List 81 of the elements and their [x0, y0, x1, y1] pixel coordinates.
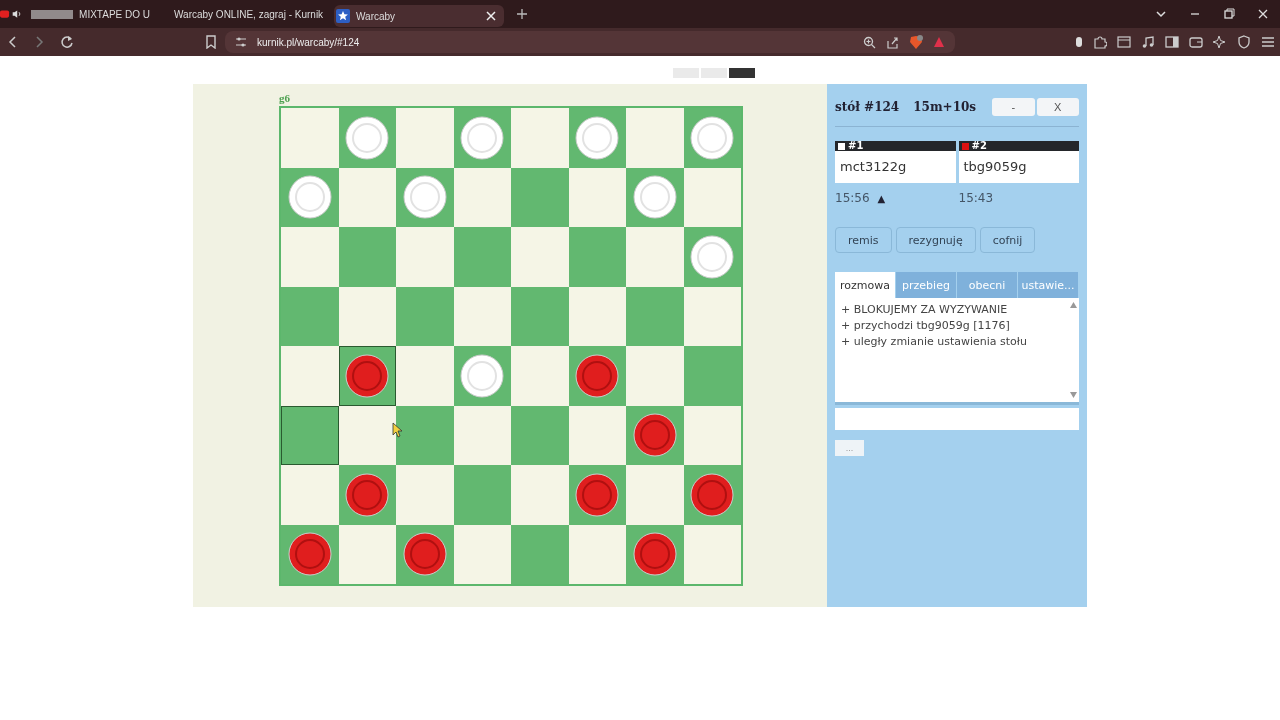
board-square[interactable] — [338, 346, 396, 406]
seat-number: #2 — [971, 141, 987, 151]
checker-piece[interactable] — [690, 472, 735, 517]
panel-button[interactable]: X — [1036, 98, 1079, 116]
board-square[interactable] — [683, 465, 741, 525]
checker-piece[interactable] — [690, 115, 735, 160]
board-square[interactable] — [626, 405, 684, 465]
browser-tab[interactable]: Warcaby — [334, 5, 504, 27]
sparkle-icon[interactable] — [1213, 35, 1227, 49]
square-coordinate: g6 — [279, 92, 291, 106]
browser-tab[interactable]: MIXTAPE DO U — [0, 3, 158, 25]
player-clock: 15:43 — [958, 191, 994, 205]
board-square[interactable] — [568, 346, 626, 406]
board-square[interactable] — [281, 405, 339, 465]
chevron-down-icon[interactable] — [1155, 8, 1167, 20]
board-square[interactable] — [626, 524, 684, 584]
address-field[interactable]: kurnik.pl/warcaby/#124 — [225, 31, 955, 53]
checker-piece[interactable] — [287, 532, 332, 577]
checker-piece[interactable] — [345, 115, 390, 160]
puzzle-icon[interactable] — [1093, 35, 1107, 49]
menu-icon[interactable] — [1261, 35, 1275, 49]
board-square[interactable] — [338, 465, 396, 525]
star-icon — [336, 9, 350, 23]
checker-piece[interactable] — [575, 472, 620, 517]
board-square[interactable] — [568, 465, 626, 525]
wallet-icon[interactable] — [1189, 35, 1203, 49]
panel-tab[interactable]: rozmowa — [835, 272, 896, 298]
pill-icon[interactable] — [1075, 36, 1083, 48]
panel-button[interactable]: - — [992, 98, 1035, 116]
settings-icon[interactable] — [235, 36, 247, 48]
seat-number: #1 — [848, 141, 864, 151]
checker-piece[interactable] — [575, 115, 620, 160]
action-button[interactable]: remis — [835, 227, 892, 253]
cursor-icon — [392, 422, 404, 438]
bookmark-icon[interactable] — [205, 35, 217, 49]
checker-piece[interactable] — [632, 532, 677, 577]
player-name: mct3122g — [839, 158, 908, 176]
close-icon[interactable] — [486, 11, 496, 21]
checker-piece[interactable] — [402, 532, 447, 577]
scroll-up-icon[interactable] — [1070, 302, 1077, 308]
triangle-icon[interactable] — [933, 36, 945, 48]
close-icon[interactable] — [1257, 8, 1269, 20]
redacted-block — [31, 9, 74, 19]
chat-message: + uległy zmianie ustawienia stołu — [841, 334, 1028, 350]
forward-icon[interactable] — [34, 35, 44, 49]
browser-tab[interactable]: Warcaby ONLINE, zagraj - Kurnik — [166, 3, 326, 25]
checker-piece[interactable] — [690, 234, 735, 279]
board-square[interactable] — [396, 524, 454, 584]
chat-message: + przychodzi tbg9059g [1176] — [841, 318, 1011, 334]
time-control: 15m+10s — [913, 100, 977, 114]
new-tab-icon[interactable] — [516, 8, 528, 20]
zoom-icon[interactable] — [863, 35, 876, 49]
shield-icon[interactable] — [1237, 35, 1251, 49]
checker-piece[interactable] — [287, 175, 332, 220]
checker-piece[interactable] — [460, 353, 505, 398]
checker-piece[interactable] — [632, 175, 677, 220]
table-title: stół #124 — [835, 100, 900, 114]
checker-piece[interactable] — [632, 413, 677, 458]
back-icon[interactable] — [8, 35, 18, 49]
chat-input[interactable] — [835, 408, 1079, 430]
player-clock: 15:56 — [835, 191, 870, 205]
chat-message: + BLOKUJEMY ZA WYZYWANIE — [841, 302, 1009, 318]
board-square[interactable] — [281, 524, 339, 584]
checker-piece[interactable] — [345, 353, 390, 398]
shield-icon[interactable] — [909, 34, 923, 50]
share-icon[interactable] — [886, 35, 899, 49]
turn-marker: ▲ — [877, 192, 886, 204]
scroll-down-icon[interactable] — [1070, 392, 1077, 398]
player-name: tbg9059g — [962, 158, 1028, 176]
checker-piece[interactable] — [345, 472, 390, 517]
restore-icon[interactable] — [1223, 8, 1235, 20]
checker-piece[interactable] — [460, 115, 505, 160]
checker-piece[interactable] — [575, 353, 620, 398]
sidebar-icon[interactable] — [1165, 35, 1179, 49]
board-square[interactable] — [338, 405, 396, 465]
reload-icon[interactable] — [60, 35, 74, 49]
window-icon[interactable] — [1117, 35, 1131, 49]
checker-piece[interactable] — [402, 175, 447, 220]
action-button[interactable]: cofnij — [979, 227, 1036, 253]
action-button[interactable]: rezygnuję — [895, 227, 976, 253]
music-icon[interactable] — [1141, 35, 1155, 49]
